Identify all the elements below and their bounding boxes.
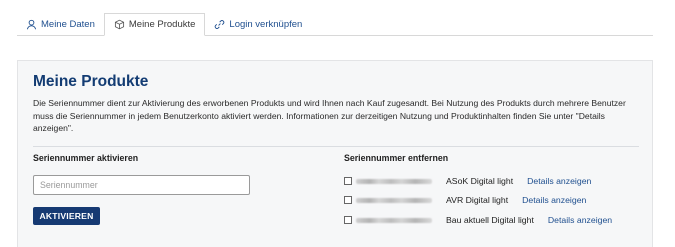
product-row: ASoK Digital light Details anzeigen bbox=[344, 174, 591, 188]
details-link[interactable]: Details anzeigen bbox=[548, 215, 612, 225]
product-checkbox[interactable] bbox=[344, 196, 352, 204]
activate-title: Seriennummer aktivieren bbox=[33, 153, 139, 163]
products-panel: Meine Produkte Die Seriennummer dient zu… bbox=[17, 60, 653, 247]
remove-title: Seriennummer entfernen bbox=[344, 153, 449, 163]
product-name: AVR Digital light bbox=[446, 195, 509, 205]
tab-label: Meine Produkte bbox=[128, 19, 196, 30]
tab-label: Login verknüpfen bbox=[229, 19, 303, 30]
activate-button[interactable]: AKTIVIEREN bbox=[33, 207, 100, 225]
user-icon bbox=[26, 19, 37, 30]
product-name: Bau aktuell Digital light bbox=[446, 215, 534, 225]
activate-section: Seriennummer aktivieren AKTIVIEREN bbox=[33, 153, 313, 225]
details-link[interactable]: Details anzeigen bbox=[527, 176, 591, 186]
package-icon bbox=[114, 19, 124, 30]
tab-bar: Meine Daten Meine Produkte Login verknüp… bbox=[17, 13, 653, 36]
tab-label: Meine Daten bbox=[41, 19, 95, 30]
redacted-serial bbox=[356, 177, 436, 186]
panel-description: Die Seriennummer dient zur Aktivierung d… bbox=[33, 98, 626, 134]
product-checkbox[interactable] bbox=[344, 216, 352, 224]
tab-meine-produkte[interactable]: Meine Produkte bbox=[103, 13, 206, 36]
product-row: AVR Digital light Details anzeigen bbox=[344, 193, 586, 207]
redacted-serial bbox=[356, 216, 436, 225]
product-checkbox[interactable] bbox=[344, 177, 352, 185]
page-title: Meine Produkte bbox=[33, 73, 149, 90]
tab-login-verknuepfen[interactable]: Login verknüpfen bbox=[205, 13, 311, 36]
remove-section: Seriennummer entfernen ASoK Digital ligh… bbox=[344, 153, 644, 225]
serial-number-input[interactable] bbox=[33, 175, 250, 195]
product-row: Bau aktuell Digital light Details anzeig… bbox=[344, 213, 612, 227]
redacted-serial bbox=[356, 196, 436, 205]
divider bbox=[33, 146, 639, 147]
tab-meine-daten[interactable]: Meine Daten bbox=[17, 13, 104, 36]
product-name: ASoK Digital light bbox=[446, 176, 514, 186]
details-link[interactable]: Details anzeigen bbox=[522, 195, 586, 205]
link-icon bbox=[215, 20, 225, 29]
